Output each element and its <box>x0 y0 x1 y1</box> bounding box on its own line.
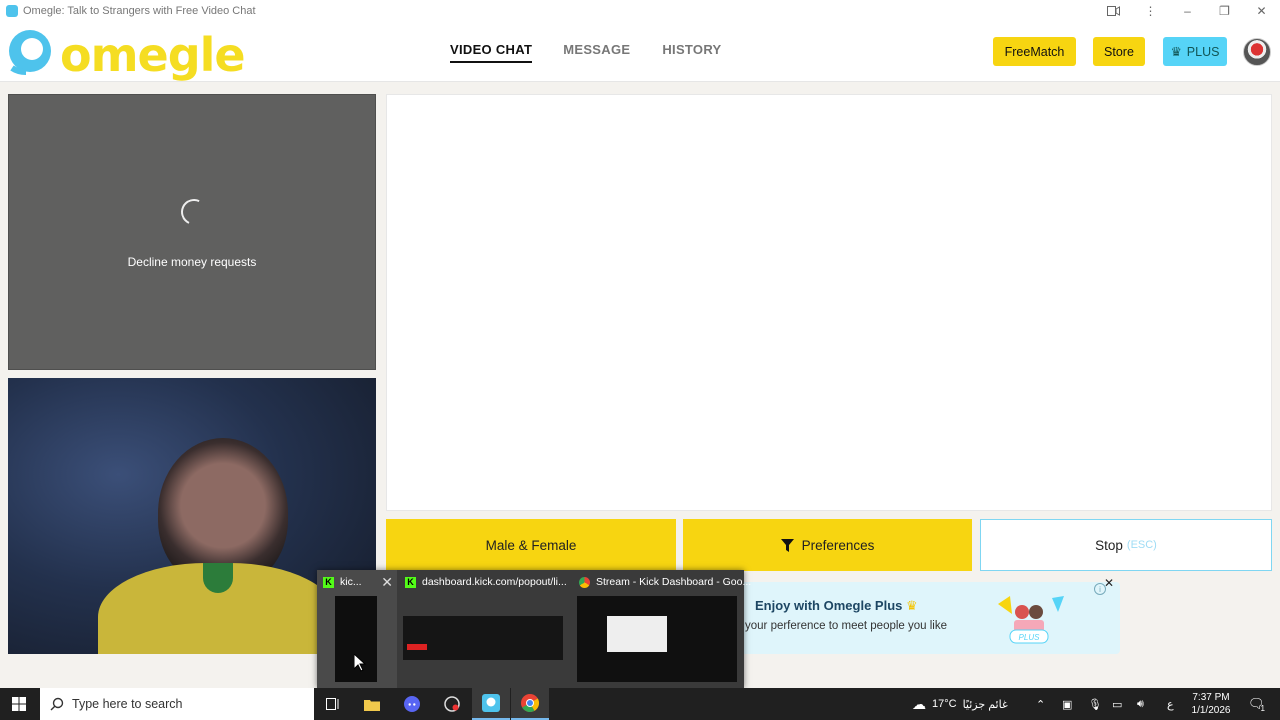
close-button[interactable]: ✕ <box>1243 0 1280 22</box>
stop-button[interactable]: Stop (ESC) <box>980 519 1272 571</box>
nav-history[interactable]: HISTORY <box>662 42 721 63</box>
thumbnail-window-2[interactable]: K dashboard.kick.com/popout/li... <box>399 570 569 688</box>
window-titlebar: Omegle: Talk to Strangers with Free Vide… <box>0 0 1280 22</box>
more-options-icon[interactable]: ⋮ <box>1132 0 1169 22</box>
remote-status-message: Decline money requests <box>127 255 257 269</box>
omegle-logo-icon <box>9 30 51 75</box>
logo-text: omegle <box>60 28 246 82</box>
freematch-button[interactable]: FreeMatch <box>993 37 1076 66</box>
preferences-label: Preferences <box>801 537 875 553</box>
preview-video-frame <box>607 616 667 652</box>
loading-spinner-icon <box>177 195 211 229</box>
search-placeholder: Type here to search <box>72 697 183 711</box>
notification-center-icon[interactable]: 🗨︎ 1 <box>1248 688 1265 720</box>
thumbnail-title-text-2: dashboard.kick.com/popout/li... <box>422 576 567 588</box>
webcam-person-shirt <box>98 563 338 654</box>
network-icon[interactable]: ▭ <box>1112 688 1122 720</box>
taskbar-thumbnail-popup: K kic... ✕ K dashboard.kick.com/popout/l… <box>317 570 751 688</box>
discord-icon[interactable] <box>393 688 431 720</box>
thumbnail-title-2: K dashboard.kick.com/popout/li... <box>405 576 567 588</box>
taskbar-clock[interactable]: 7:37 PM 1/1/2026 <box>1188 691 1234 717</box>
nav-video-chat[interactable]: VIDEO CHAT <box>450 42 533 63</box>
stop-shortcut-hint: (ESC) <box>1126 539 1157 551</box>
plus-button-label: PLUS <box>1186 44 1220 59</box>
camera-icon[interactable] <box>1095 0 1132 22</box>
thumbnail-title-3: Stream - Kick Dashboard - Goo... <box>579 576 751 588</box>
kick-icon: K <box>405 576 416 588</box>
minimize-button[interactable]: – <box>1169 0 1206 22</box>
promo-close-icon[interactable]: ✕ <box>1104 576 1114 590</box>
window-title: Omegle: Talk to Strangers with Free Vide… <box>23 5 256 17</box>
thumbnail-title-text-1: kic... <box>340 576 362 588</box>
chrome-taskbar-icon[interactable] <box>511 688 549 720</box>
omegle-app-icon <box>6 5 18 17</box>
input-language-indicator[interactable]: ع <box>1167 688 1174 720</box>
stop-label: Stop <box>1095 537 1123 553</box>
chat-area[interactable] <box>386 94 1272 511</box>
show-hidden-icons-icon[interactable]: ⌃ <box>1036 688 1045 720</box>
thumbnail-title-text-3: Stream - Kick Dashboard - Goo... <box>596 576 752 588</box>
thumbnail-title-1: K kic... <box>323 576 362 588</box>
thumbnail-close-icon[interactable]: ✕ <box>381 574 393 591</box>
notification-count: 1 <box>1260 703 1265 713</box>
clock-time: 7:37 PM <box>1192 692 1230 703</box>
promo-title: Enjoy with Omegle Plus ♛ <box>755 598 918 614</box>
plus-button[interactable]: ♛ PLUS <box>1163 37 1227 66</box>
omegle-logo[interactable]: omegle <box>8 28 246 82</box>
volume-icon[interactable]: 🔊︎ <box>1137 688 1144 720</box>
crown-icon: ♛ <box>1170 45 1182 59</box>
microphone-icon[interactable]: 🎙︎ <box>1088 688 1102 720</box>
chrome-icon <box>579 576 590 588</box>
search-icon <box>50 697 64 711</box>
user-avatar[interactable] <box>1243 38 1271 66</box>
nav-message[interactable]: MESSAGE <box>563 42 630 63</box>
omegle-taskbar-icon[interactable] <box>472 688 510 720</box>
thumbnail-window-3[interactable]: Stream - Kick Dashboard - Goo... <box>573 570 751 688</box>
weather-description: غائم جزئيًا <box>962 698 1008 711</box>
window-controls: ⋮ – ❐ ✕ <box>1095 0 1280 22</box>
filter-icon <box>780 538 794 552</box>
kick-icon: K <box>323 576 334 588</box>
thumbnail-preview-3 <box>577 596 737 682</box>
live-indicator <box>407 644 427 650</box>
weather-cloud-icon: ☁ <box>912 695 926 712</box>
restore-button[interactable]: ❐ <box>1206 0 1243 22</box>
omegle-plus-promo-banner[interactable]: Enjoy with Omegle Plus ♛ your perference… <box>740 576 1120 654</box>
site-header: omegle VIDEO CHAT MESSAGE HISTORY FreeMa… <box>0 22 1280 82</box>
crown-icon: ♛ <box>906 598 918 613</box>
windows-taskbar: Type here to search ☁ 17°C غائم جزئيًا ⌃… <box>0 688 1280 720</box>
mouse-cursor-icon <box>354 654 366 672</box>
tray-app-icon[interactable]: ▣ <box>1062 688 1072 720</box>
task-view-icon[interactable] <box>314 688 352 720</box>
clock-date: 1/1/2026 <box>1191 705 1231 716</box>
preferences-button[interactable]: Preferences <box>683 519 972 571</box>
windows-start-icon[interactable] <box>0 688 38 720</box>
gender-filter-button[interactable]: Male & Female <box>386 519 676 571</box>
obs-recording-icon[interactable] <box>433 688 471 720</box>
remote-video-panel: Decline money requests <box>8 94 376 370</box>
promo-subtitle: your perference to meet people you like <box>745 620 948 632</box>
taskbar-search-input[interactable]: Type here to search <box>40 688 314 720</box>
weather-temperature: 17°C <box>932 698 957 710</box>
weather-widget[interactable]: ☁ 17°C غائم جزئيًا <box>912 688 1008 720</box>
file-explorer-icon[interactable] <box>353 688 391 720</box>
store-button[interactable]: Store <box>1093 37 1145 66</box>
promo-illustration: PLUS <box>998 596 1064 644</box>
thumbnail-preview-2 <box>403 616 563 660</box>
promo-plus-badge: PLUS <box>1019 633 1041 642</box>
main-nav: VIDEO CHAT MESSAGE HISTORY <box>450 42 722 63</box>
promo-title-text: Enjoy with Omegle Plus <box>755 598 903 613</box>
